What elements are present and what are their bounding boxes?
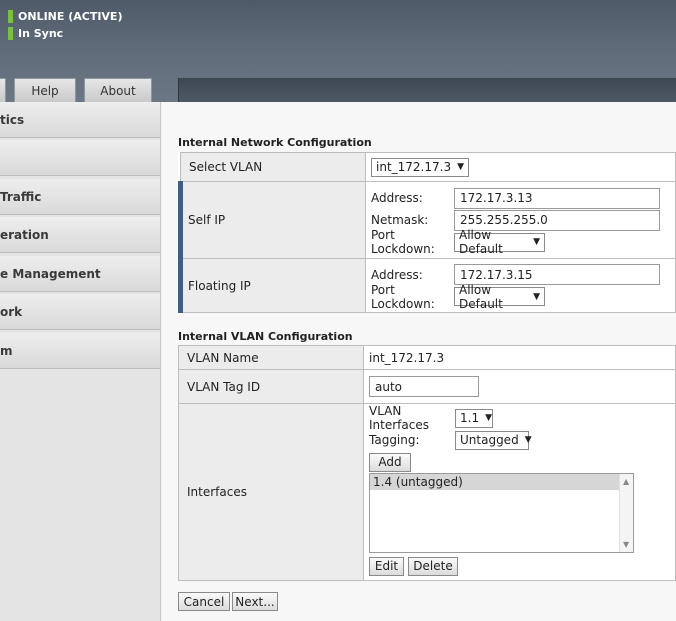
- sidebar-item-label: m: [0, 343, 13, 358]
- sync-indicator-icon: [8, 26, 13, 40]
- status-online-text: ONLINE (ACTIVE): [18, 9, 123, 23]
- tab-strip: [178, 78, 676, 102]
- vlan-interfaces-label: VLAN Interfaces: [369, 404, 429, 432]
- self-ip-label: Self IP: [178, 181, 366, 259]
- status-indicator-icon: [8, 9, 13, 23]
- main-content: Internal Network Configuration Select VL…: [162, 102, 676, 621]
- vlan-interfaces-dropdown[interactable]: 1.1 ▼: [455, 408, 493, 428]
- tagging-value: Untagged: [460, 433, 519, 447]
- interfaces-listbox[interactable]: 1.4 (untagged) ▲ ▼: [369, 473, 634, 553]
- sidebar-item-statistics[interactable]: tics: [0, 102, 160, 138]
- chevron-down-icon: ▼: [485, 413, 493, 423]
- add-interface-button[interactable]: Add: [369, 452, 411, 472]
- internal-vlan-table: VLAN Name int_172.17.3 VLAN Tag ID Inter…: [178, 345, 676, 581]
- chevron-down-icon: ▼: [533, 237, 540, 247]
- internal-vlan-title: Internal VLAN Configuration: [178, 330, 353, 343]
- floating-ip-label: Floating IP: [178, 258, 366, 313]
- floating-ip-lockdown-label: Port Lockdown:: [371, 282, 435, 311]
- internal-network-table: Select VLAN int_172.17.3 ▼ Self IP Addre…: [178, 152, 676, 313]
- sidebar-item-traffic[interactable]: Traffic: [0, 179, 160, 215]
- chevron-down-icon: ▼: [457, 162, 465, 172]
- sidebar-item-label: tics: [0, 112, 25, 127]
- floating-ip-lockdown-dropdown[interactable]: Allow Default ▼: [454, 283, 545, 311]
- status-sync-text: In Sync: [18, 26, 64, 40]
- next-button[interactable]: Next...: [232, 592, 278, 611]
- select-vlan-label: Select VLAN: [180, 152, 366, 182]
- select-vlan-value: int_172.17.3: [376, 160, 452, 174]
- self-ip-lockdown-dropdown[interactable]: Allow Default ▼: [454, 228, 545, 256]
- sidebar-item-operation[interactable]: eration: [0, 217, 160, 253]
- self-ip-netmask-label: Netmask:: [371, 213, 429, 227]
- floating-ip-address-label: Address:: [371, 267, 423, 282]
- sidebar-item-management[interactable]: e Management: [0, 256, 160, 292]
- delete-interface-button[interactable]: Delete: [408, 556, 458, 576]
- chevron-down-icon: ▼: [533, 291, 540, 302]
- vlan-interfaces-value: 1.1: [460, 411, 480, 425]
- sidebar: tics Traffic eration e Management ork m: [0, 102, 161, 621]
- list-item[interactable]: 1.4 (untagged): [370, 474, 619, 490]
- select-vlan-dropdown[interactable]: int_172.17.3 ▼: [371, 157, 469, 177]
- tagging-label: Tagging:: [369, 433, 420, 447]
- tab-help[interactable]: Help: [14, 78, 76, 102]
- vlan-tag-input[interactable]: [369, 376, 479, 397]
- header-banner: ONLINE (ACTIVE) In Sync Help About: [0, 0, 676, 102]
- scroll-up-icon[interactable]: ▲: [623, 477, 629, 486]
- sidebar-item-label: eration: [0, 227, 49, 242]
- internal-network-title: Internal Network Configuration: [178, 136, 372, 149]
- scrollbar[interactable]: ▲ ▼: [619, 474, 633, 552]
- vlan-name-value: int_172.17.3: [363, 345, 676, 370]
- sidebar-item-label: ork: [0, 304, 23, 319]
- status-sync: In Sync: [8, 26, 63, 40]
- sidebar-item-label: Traffic: [0, 189, 42, 204]
- sidebar-item-system[interactable]: m: [0, 333, 160, 369]
- sidebar-item-blank[interactable]: [0, 140, 160, 176]
- sidebar-item-label: e Management: [0, 266, 101, 281]
- self-ip-address-input[interactable]: [454, 187, 660, 209]
- vlan-tag-label: VLAN Tag ID: [178, 369, 364, 404]
- self-ip-address-label: Address:: [371, 191, 423, 205]
- sidebar-item-network[interactable]: ork: [0, 294, 160, 330]
- edit-interface-button[interactable]: Edit: [369, 556, 404, 576]
- chevron-down-icon: ▼: [524, 435, 532, 445]
- tagging-dropdown[interactable]: Untagged ▼: [455, 430, 532, 450]
- self-ip-lockdown-value: Allow Default: [459, 228, 503, 256]
- interfaces-label: Interfaces: [178, 403, 364, 581]
- cancel-button[interactable]: Cancel: [178, 592, 230, 611]
- vlan-name-label: VLAN Name: [178, 345, 364, 370]
- tab-main[interactable]: [0, 78, 6, 102]
- tab-about[interactable]: About: [84, 78, 152, 102]
- self-ip-lockdown-label: Port Lockdown:: [371, 228, 435, 256]
- scroll-down-icon[interactable]: ▼: [623, 540, 629, 549]
- floating-ip-lockdown-value: Allow Default: [459, 282, 503, 311]
- status-online: ONLINE (ACTIVE): [8, 9, 122, 23]
